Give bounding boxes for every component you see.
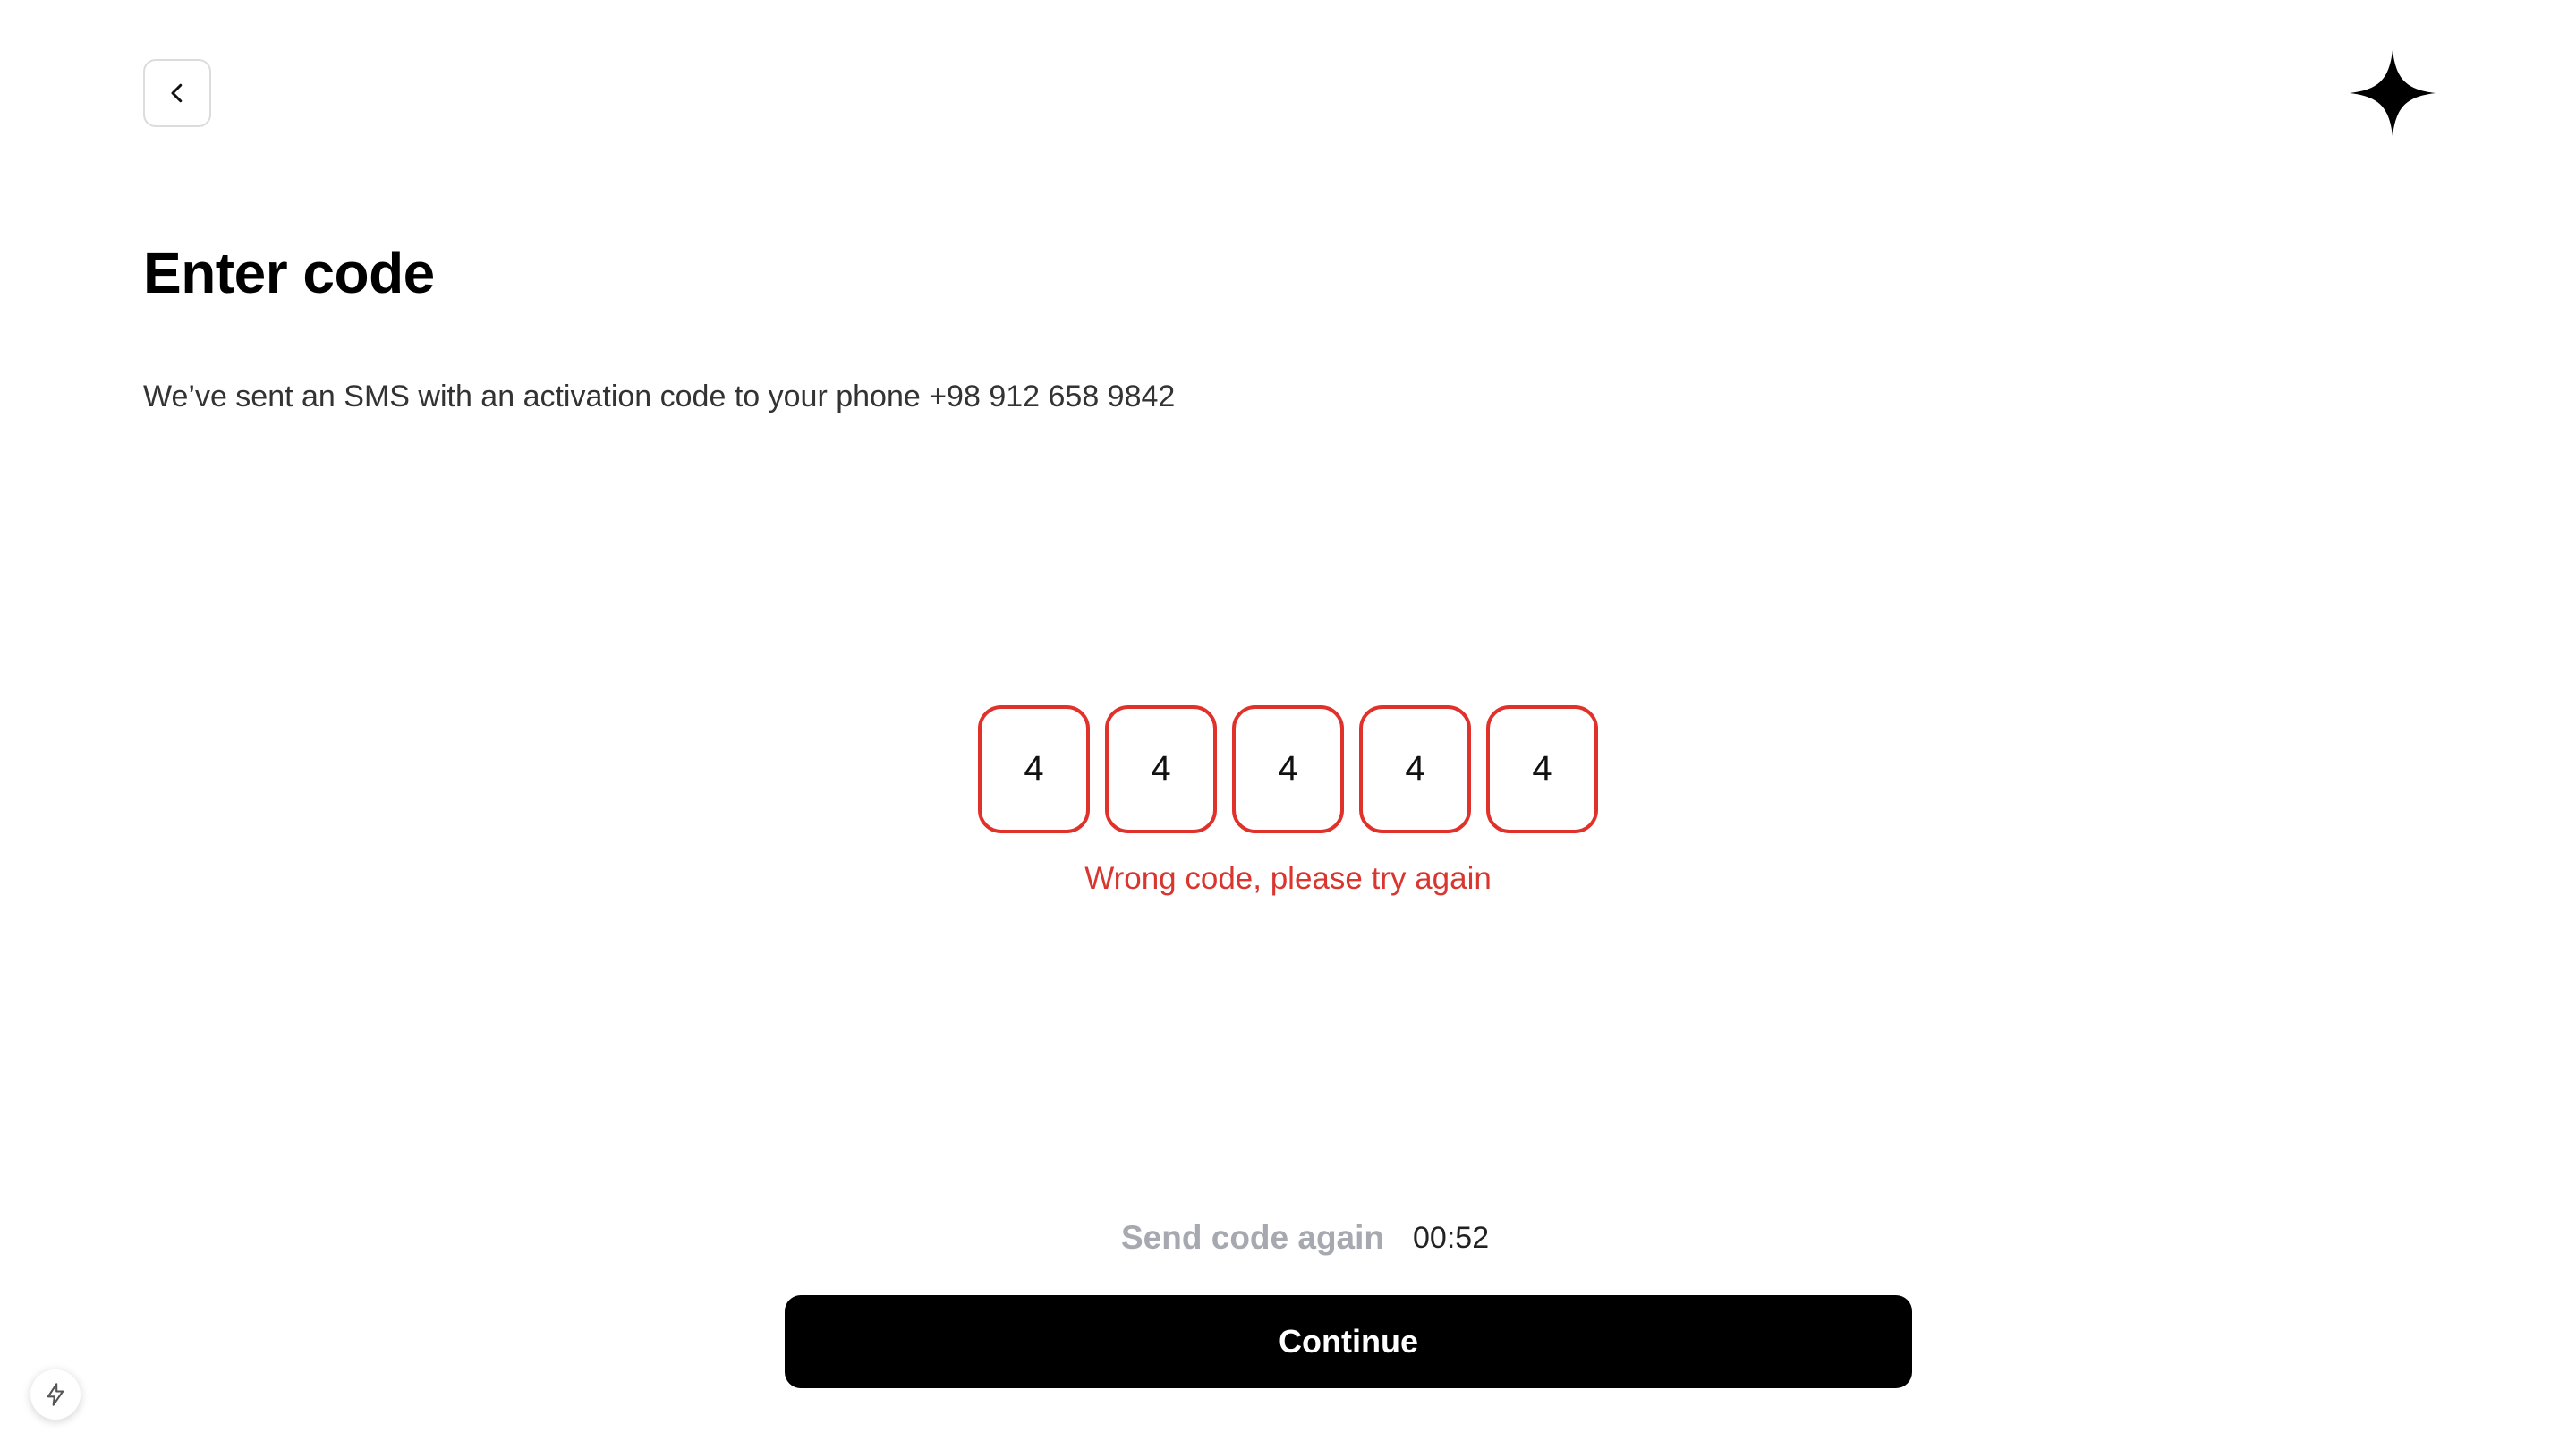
back-button[interactable] [143, 59, 211, 127]
dev-tools-badge[interactable] [30, 1369, 81, 1420]
resend-timer: 00:52 [1413, 1220, 1490, 1255]
code-digit-4[interactable]: 4 [1359, 705, 1471, 833]
enter-code-screen: Enter code We’ve sent an SMS with an act… [0, 0, 2576, 1450]
continue-button[interactable]: Continue [785, 1295, 1912, 1388]
code-input-group: 4 4 4 4 4 [978, 705, 1598, 833]
resend-row: Send code again 00:52 [1121, 1219, 1489, 1257]
send-code-again-link[interactable]: Send code again [1121, 1219, 1384, 1257]
code-digit-1[interactable]: 4 [978, 705, 1090, 833]
code-digit-2[interactable]: 4 [1105, 705, 1217, 833]
lightning-bolt-icon [47, 1383, 64, 1406]
page-title: Enter code [143, 241, 435, 305]
code-digit-3[interactable]: 4 [1232, 705, 1344, 833]
chevron-left-icon [171, 83, 183, 103]
code-digit-5[interactable]: 4 [1486, 705, 1598, 833]
sms-instructions: We’ve sent an SMS with an activation cod… [143, 380, 1176, 414]
error-message: Wrong code, please try again [1084, 861, 1492, 896]
four-point-star-icon [2350, 50, 2436, 136]
